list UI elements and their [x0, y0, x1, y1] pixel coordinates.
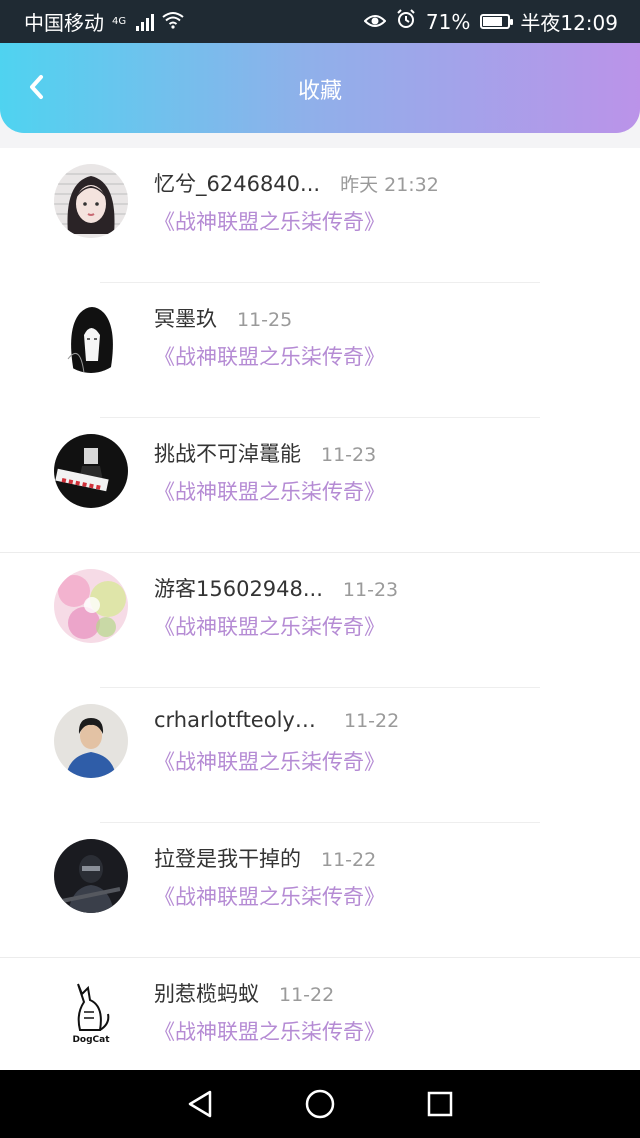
user-name: 忆兮_6246840...: [154, 172, 321, 196]
circle-home-icon: [305, 1089, 335, 1119]
timestamp: 11-22: [321, 849, 377, 871]
timestamp: 昨天 21:32: [340, 174, 439, 196]
timestamp: 11-22: [279, 984, 335, 1006]
list-item[interactable]: 忆兮_6246840... 昨天 21:32 《战神联盟之乐柒传奇》: [0, 148, 640, 283]
avatar: [54, 164, 128, 238]
battery-icon: [480, 14, 514, 29]
user-name: 拉登是我干掉的: [154, 847, 301, 871]
topic-link[interactable]: 《战神联盟之乐柒传奇》: [154, 206, 385, 236]
nav-back-button[interactable]: [180, 1084, 220, 1124]
list-item[interactable]: crharlotfteolym... 11-22 《战神联盟之乐柒传奇》: [0, 688, 640, 823]
topic-link[interactable]: 《战神联盟之乐柒传奇》: [154, 341, 385, 371]
avatar-text: DogCat: [72, 1035, 110, 1045]
list-item[interactable]: 挑战不可淖鼍能 11-23 《战神联盟之乐柒传奇》: [0, 418, 640, 553]
carrier-label: 中国移动: [24, 11, 104, 35]
user-name: 挑战不可淖鼍能: [154, 442, 301, 466]
alarm-icon: [396, 9, 416, 34]
nav-home-button[interactable]: [300, 1084, 340, 1124]
topic-link[interactable]: 《战神联盟之乐柒传奇》: [154, 1016, 385, 1046]
list-item[interactable]: 游客15602948... 11-23 《战神联盟之乐柒传奇》: [0, 553, 640, 688]
system-nav-bar: [0, 1070, 640, 1138]
topic-link[interactable]: 《战神联盟之乐柒传奇》: [154, 881, 385, 911]
list-item[interactable]: 冥墨玖 11-25 《战神联盟之乐柒传奇》: [0, 283, 640, 418]
avatar: [54, 569, 128, 643]
avatar: [54, 299, 128, 373]
square-recents-icon: [427, 1091, 453, 1117]
user-name: 游客15602948...: [154, 577, 323, 601]
triangle-back-icon: [188, 1090, 212, 1118]
avatar: [54, 434, 128, 508]
topic-link[interactable]: 《战神联盟之乐柒传奇》: [154, 746, 385, 776]
wifi-icon: [162, 10, 184, 34]
timestamp: 11-25: [237, 309, 293, 331]
timestamp: 11-23: [321, 444, 377, 466]
header-bar: 收藏: [0, 43, 640, 133]
signal-icon: [136, 13, 155, 31]
avatar: DogCat: [54, 974, 128, 1048]
status-bar: 中国移动 4G 71% 半夜12:09: [0, 0, 640, 43]
favorites-list: 忆兮_6246840... 昨天 21:32 《战神联盟之乐柒传奇》 冥墨玖 1…: [0, 148, 640, 1070]
avatar: [54, 839, 128, 913]
network-type: 4G: [112, 15, 127, 27]
topic-link[interactable]: 《战神联盟之乐柒传奇》: [154, 476, 385, 506]
avatar: [54, 704, 128, 778]
timestamp: 11-22: [344, 710, 400, 732]
list-item[interactable]: 拉登是我干掉的 11-22 《战神联盟之乐柒传奇》: [0, 823, 640, 958]
eye-comfort-icon: [363, 10, 387, 34]
user-name: 别惹榄蚂蚁: [154, 982, 259, 1006]
battery-percent: 71%: [425, 9, 471, 34]
user-name: crharlotfteolym...: [154, 708, 324, 732]
clock: 半夜12:09: [520, 11, 618, 35]
page-title: 收藏: [297, 79, 342, 104]
user-name: 冥墨玖: [154, 307, 217, 331]
nav-recents-button[interactable]: [420, 1084, 460, 1124]
topic-link[interactable]: 《战神联盟之乐柒传奇》: [154, 611, 385, 641]
list-item[interactable]: DogCat 别惹榄蚂蚁 11-22 《战神联盟之乐柒传奇》: [0, 958, 640, 1070]
timestamp: 11-23: [342, 579, 399, 601]
